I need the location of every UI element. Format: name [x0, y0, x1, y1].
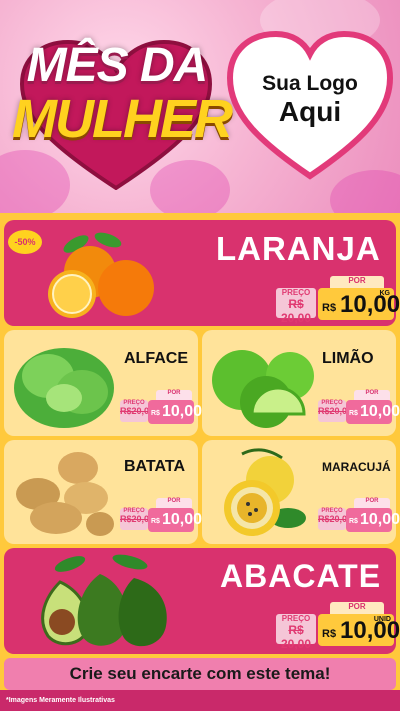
old-price: R$20,00	[120, 406, 155, 416]
discount-badge: -50%	[8, 230, 42, 254]
currency: R$	[322, 628, 337, 640]
por-label: POR	[354, 498, 390, 508]
old-price: R$ 20,00	[280, 297, 312, 325]
product-name: ALFACE	[124, 350, 188, 367]
unit-label: UNID	[373, 616, 391, 623]
avocado-icon	[41, 554, 167, 647]
logo-line-2: Aqui	[278, 96, 342, 128]
currency: R$	[151, 518, 160, 525]
disclaimer-note: *Imagens Meramente Ilustrativas	[0, 690, 400, 711]
logo-line-1: Sua Logo	[262, 72, 358, 95]
new-price-box: R$ 10,00	[148, 400, 202, 424]
por-label: POR	[330, 276, 384, 288]
currency: R$	[349, 410, 358, 417]
orange-icon	[48, 232, 154, 318]
new-price-box: R$ 10,00	[346, 400, 400, 424]
new-price: 10,00	[162, 403, 203, 420]
old-price: R$20,00	[120, 514, 155, 524]
old-price: R$20,00	[318, 406, 353, 416]
cta-banner[interactable]: Crie seu encarte com este tema!	[4, 658, 396, 690]
old-price: R$ 20,00	[280, 623, 312, 651]
product-name: BATATA	[124, 458, 186, 475]
new-price: 10,00	[360, 403, 400, 420]
new-price: 10,00	[360, 511, 400, 528]
new-price-box: R$ 10,00 KG	[318, 288, 400, 320]
old-price: R$20,00	[318, 514, 353, 524]
product-name: MARACUJÁ	[322, 460, 391, 474]
product-name: LARANJA	[216, 230, 381, 267]
product-name: LIMÃO	[322, 350, 374, 367]
lettuce-icon	[14, 348, 114, 428]
old-price-box: PREÇO R$20,00	[120, 400, 155, 422]
old-price-box: PREÇO R$20,00	[318, 508, 353, 530]
old-price-box: PREÇO R$ 20,00	[276, 614, 316, 651]
old-price-box: PREÇO R$20,00	[120, 508, 155, 530]
new-price: 10,00	[340, 617, 400, 644]
preco-label: PREÇO	[281, 614, 311, 623]
product-name: ABACATE	[220, 558, 382, 594]
new-price: 10,00	[340, 291, 400, 318]
potato-icon	[16, 452, 114, 536]
passion-fruit-icon	[224, 448, 306, 536]
por-label: POR	[156, 498, 192, 508]
lime-icon	[212, 350, 314, 428]
title-line-1: MÊS DA	[26, 39, 209, 92]
por-label: POR	[330, 602, 384, 614]
new-price-box: R$ 10,00	[346, 508, 400, 532]
campaign-title: MÊS DA MULHER	[12, 39, 233, 149]
currency: R$	[151, 410, 160, 417]
new-price: 10,00	[162, 511, 203, 528]
por-label: POR	[156, 390, 192, 400]
currency: R$	[349, 518, 358, 525]
preco-label: PREÇO	[281, 288, 311, 297]
unit-label: KG	[379, 290, 391, 297]
new-price-box: R$ 10,00	[148, 508, 202, 532]
old-price-box: PREÇO R$ 20,00	[276, 288, 316, 325]
old-price-box: PREÇO R$20,00	[318, 400, 353, 422]
por-label: POR	[354, 390, 390, 400]
new-price-box: R$ 10,00 UNID	[318, 614, 400, 646]
currency: R$	[322, 302, 337, 314]
title-line-2: MULHER	[12, 89, 233, 149]
logo-placeholder[interactable]: Sua Logo Aqui	[226, 72, 394, 128]
